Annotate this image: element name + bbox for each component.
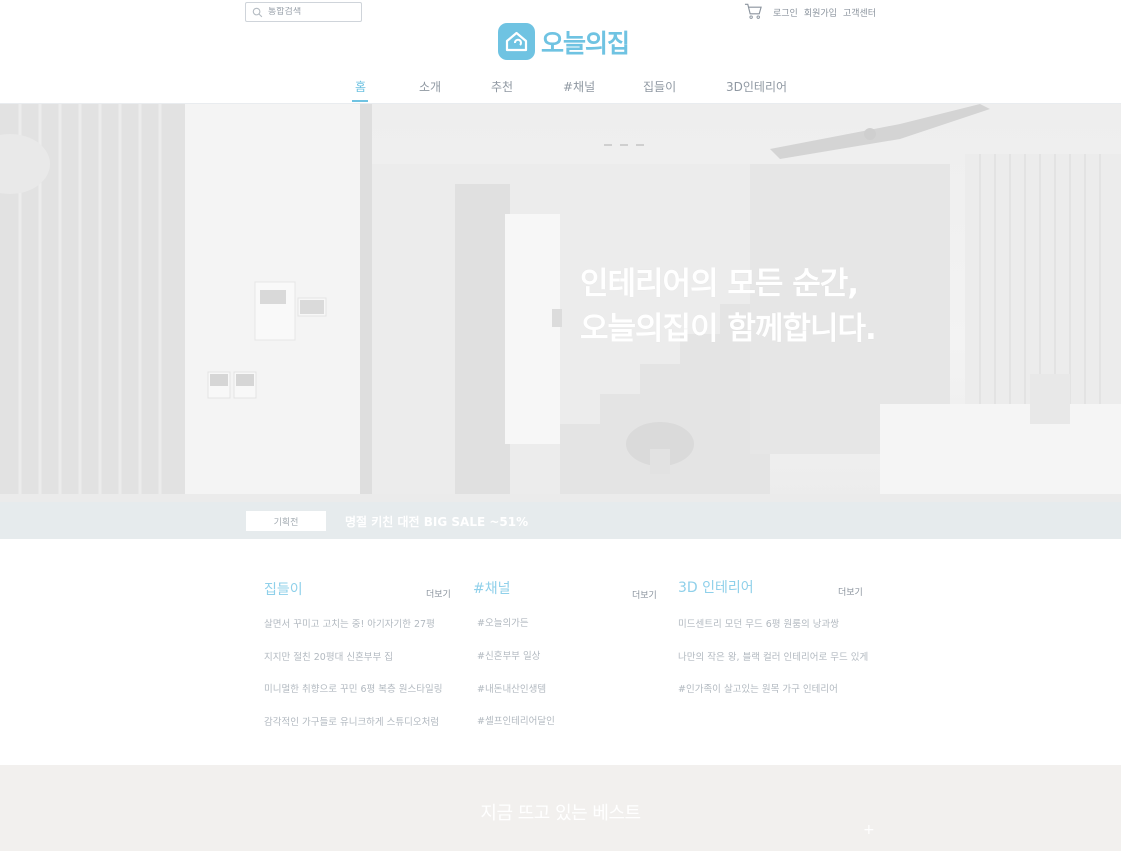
util-links: 로그인 회원가입 고객센터 bbox=[773, 6, 876, 19]
slide-dot[interactable] bbox=[620, 144, 628, 146]
section-title-housewarming[interactable]: 집들이 bbox=[264, 579, 303, 599]
list-item[interactable]: #셀프인테리어달인 bbox=[477, 713, 555, 727]
list-item[interactable]: 미니멀한 취향으로 꾸민 6평 복층 원스타일링 bbox=[264, 681, 442, 695]
page: 로그인 회원가입 고객센터 오늘의집 홈 소개 추천 #채널 집들이 3D인테리… bbox=[0, 0, 1121, 851]
list-item[interactable]: #신혼부부 일상 bbox=[477, 648, 540, 662]
list-item[interactable]: #오늘의가든 bbox=[477, 615, 529, 629]
list-item[interactable]: #내돈내산인생템 bbox=[477, 681, 546, 695]
hero-headline-line2: 오늘의집이 함께합니다. bbox=[580, 311, 877, 347]
more-link-housewarming[interactable]: 더보기 bbox=[426, 587, 451, 600]
list-item[interactable]: 감각적인 가구들로 유니크하게 스튜디오처럼 bbox=[264, 714, 439, 728]
logo-text: 오늘의집 bbox=[541, 28, 630, 58]
logo[interactable]: 오늘의집 bbox=[498, 23, 630, 60]
plus-icon[interactable]: + bbox=[863, 822, 875, 838]
promo-badge: 기획전 bbox=[246, 511, 326, 531]
content-sections: 집들이 더보기 살면서 꾸미고 고치는 중! 아기자기한 27평 지지만 절친 … bbox=[0, 539, 1121, 765]
house-logo-icon bbox=[498, 23, 535, 60]
best-section-title: 지금 뜨고 있는 베스트 bbox=[480, 803, 641, 824]
promo-text[interactable]: 명절 키친 대전 BIG SALE ~51% bbox=[345, 513, 528, 530]
slide-dot[interactable] bbox=[604, 144, 612, 146]
hero-banner[interactable]: 인테리어의 모든 순간, 오늘의집이 함께합니다. bbox=[0, 104, 1121, 502]
more-link-channel[interactable]: 더보기 bbox=[632, 588, 657, 601]
search-input[interactable] bbox=[268, 7, 358, 17]
nav-home[interactable]: 홈 bbox=[355, 78, 366, 95]
hero-headline: 인테리어의 모든 순간, 오늘의집이 함께합니다. bbox=[580, 262, 877, 352]
list-item[interactable]: 지지만 절친 20평대 신혼부부 집 bbox=[264, 649, 393, 663]
more-link-3d-interior[interactable]: 더보기 bbox=[838, 585, 863, 598]
nav-3d-interior[interactable]: 3D인테리어 bbox=[726, 78, 787, 95]
signup-link[interactable]: 회원가입 bbox=[804, 6, 837, 19]
slide-dot[interactable] bbox=[636, 144, 644, 146]
nav-housewarming[interactable]: 집들이 bbox=[643, 78, 676, 95]
best-section: 지금 뜨고 있는 베스트 + bbox=[0, 765, 1121, 851]
section-title-channel[interactable]: #채널 bbox=[473, 578, 511, 598]
list-item[interactable]: #인가족이 살고있는 원목 가구 인테리어 bbox=[678, 681, 838, 695]
nav-active-indicator bbox=[352, 100, 368, 102]
list-item[interactable]: 미드센트리 모던 무드 6평 원룸의 낭과쌍 bbox=[678, 616, 839, 630]
nav-about[interactable]: 소개 bbox=[419, 78, 441, 95]
login-link[interactable]: 로그인 bbox=[773, 6, 798, 19]
nav-recommend[interactable]: 추천 bbox=[491, 78, 513, 95]
search-box[interactable] bbox=[245, 2, 362, 22]
slide-indicators bbox=[604, 144, 644, 146]
customer-center-link[interactable]: 고객센터 bbox=[843, 6, 876, 19]
hero-interior-image bbox=[0, 104, 1121, 502]
main-nav: 홈 소개 추천 #채널 집들이 3D인테리어 bbox=[0, 78, 1121, 104]
section-title-3d-interior[interactable]: 3D 인테리어 bbox=[678, 577, 754, 597]
hero-headline-line1: 인테리어의 모든 순간, bbox=[580, 266, 859, 302]
list-item[interactable]: 나만의 작은 왕, 블랙 컬러 인테리어로 무드 있게 bbox=[678, 649, 868, 663]
header: 로그인 회원가입 고객센터 오늘의집 홈 소개 추천 #채널 집들이 3D인테리… bbox=[0, 0, 1121, 104]
search-icon bbox=[252, 7, 263, 17]
list-item[interactable]: 살면서 꾸미고 고치는 중! 아기자기한 27평 bbox=[264, 616, 435, 630]
cart-icon[interactable] bbox=[744, 2, 763, 20]
promo-banner[interactable]: 기획전 명절 키친 대전 BIG SALE ~51% bbox=[0, 502, 1121, 539]
nav-channel[interactable]: #채널 bbox=[563, 78, 595, 95]
